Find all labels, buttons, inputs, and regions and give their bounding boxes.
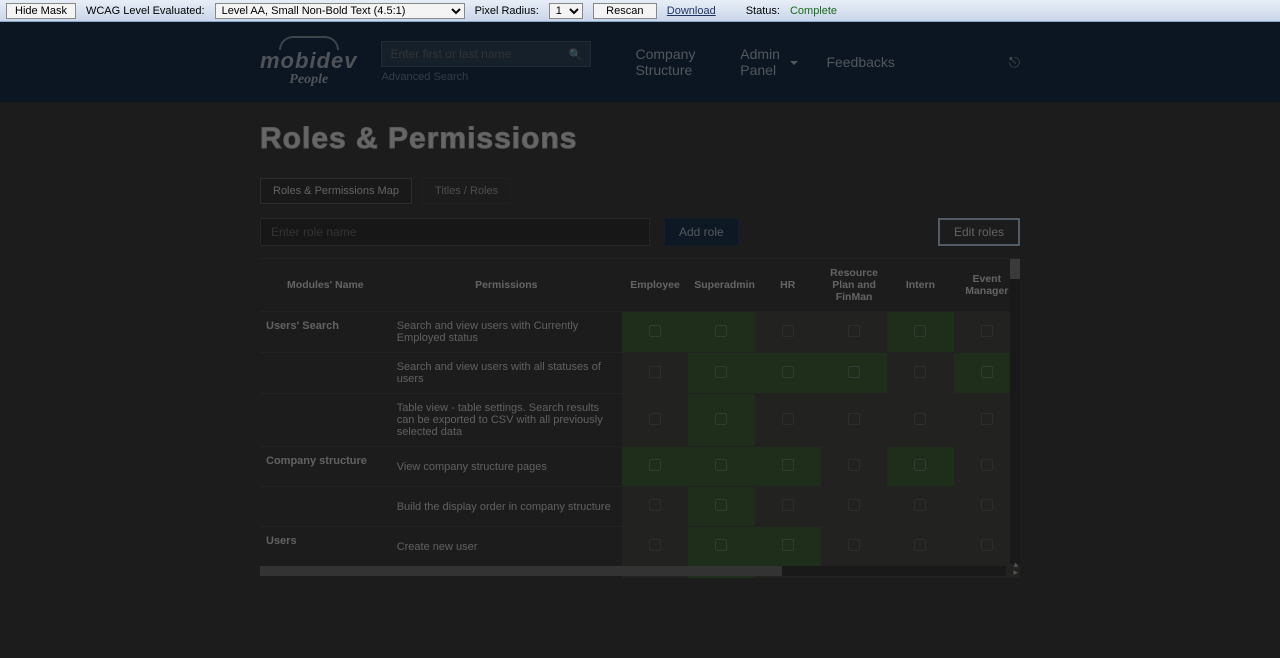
caret-down-icon: [790, 61, 798, 65]
add-role-button[interactable]: Add role: [664, 218, 739, 246]
search-input-wrap[interactable]: [381, 41, 591, 67]
table-row: UsersCreate new user: [260, 527, 1020, 567]
advanced-search-link[interactable]: Advanced Search: [381, 71, 591, 83]
permission-toggle[interactable]: [622, 353, 688, 394]
permission-cell: Search and view users with all statuses …: [391, 353, 622, 394]
permission-toggle[interactable]: [622, 394, 688, 447]
horizontal-scrollbar[interactable]: [260, 566, 1006, 576]
permission-toggle[interactable]: [755, 394, 821, 447]
permission-cell: Search and view users with Currently Emp…: [391, 312, 622, 353]
logo-name: mobidev: [260, 48, 357, 74]
permission-toggle[interactable]: [622, 447, 688, 487]
status-label: Status:: [746, 5, 780, 17]
permission-toggle[interactable]: [887, 394, 953, 447]
table-row: Table view - table settings. Search resu…: [260, 394, 1020, 447]
permission-cell: View company structure pages: [391, 447, 622, 487]
permission-toggle[interactable]: [688, 527, 754, 567]
search-icon[interactable]: [569, 47, 583, 61]
tab-roles-map[interactable]: Roles & Permissions Map: [260, 178, 412, 204]
permission-toggle[interactable]: [688, 447, 754, 487]
nav-admin-panel[interactable]: Admin Panel: [740, 46, 798, 78]
permission-toggle[interactable]: [688, 487, 754, 527]
table-row: Build the display order in company struc…: [260, 487, 1020, 527]
module-cell: Users: [260, 527, 391, 567]
permission-toggle[interactable]: [688, 353, 754, 394]
permissions-table: Modules' Name Permissions Employee Super…: [260, 259, 1020, 578]
logout-icon[interactable]: ⎋: [1009, 54, 1020, 71]
permission-toggle[interactable]: [622, 312, 688, 353]
wcag-level-select[interactable]: Level AA, Small Non-Bold Text (4.5:1): [215, 3, 465, 19]
col-permissions: Permissions: [391, 259, 622, 312]
download-link[interactable]: Download: [667, 5, 716, 17]
col-role-3: Resource Plan and FinMan: [821, 259, 887, 312]
logo-sub: People: [289, 72, 328, 88]
vertical-scrollbar[interactable]: [1010, 259, 1020, 564]
edit-roles-button[interactable]: Edit roles: [938, 218, 1020, 246]
nav-links: Company Structure Admin Panel Feedbacks: [635, 46, 894, 78]
nav-feedbacks[interactable]: Feedbacks: [826, 46, 894, 78]
permission-toggle[interactable]: [755, 353, 821, 394]
permissions-table-wrap: Modules' Name Permissions Employee Super…: [260, 258, 1020, 578]
module-cell: [260, 394, 391, 447]
controls-row: Add role Edit roles: [260, 218, 1020, 246]
permission-toggle[interactable]: [755, 487, 821, 527]
permission-cell: Create new user: [391, 527, 622, 567]
permission-toggle[interactable]: [821, 312, 887, 353]
permission-toggle[interactable]: [688, 312, 754, 353]
col-module: Modules' Name: [260, 259, 391, 312]
wcag-toolbar: Hide Mask WCAG Level Evaluated: Level AA…: [0, 0, 1280, 22]
permission-toggle[interactable]: [755, 312, 821, 353]
search-input[interactable]: [390, 47, 560, 61]
permission-toggle[interactable]: [821, 487, 887, 527]
nav-company-structure[interactable]: Company Structure: [635, 46, 712, 78]
module-cell: Company structure: [260, 447, 391, 487]
tab-titles-roles[interactable]: Titles / Roles: [422, 178, 511, 204]
status-value: Complete: [790, 5, 837, 17]
logo: mobidev People: [260, 36, 357, 88]
pixel-radius-select[interactable]: 1: [549, 3, 583, 19]
wcag-level-label: WCAG Level Evaluated:: [86, 5, 205, 17]
scroll-corner-icon: ▴▸: [1013, 560, 1018, 576]
hide-mask-button[interactable]: Hide Mask: [6, 3, 76, 19]
role-name-input[interactable]: [260, 218, 650, 246]
permission-toggle[interactable]: [821, 447, 887, 487]
permission-toggle[interactable]: [821, 394, 887, 447]
permission-toggle[interactable]: [755, 447, 821, 487]
permission-toggle[interactable]: [887, 312, 953, 353]
permission-toggle[interactable]: [622, 527, 688, 567]
permission-toggle[interactable]: [688, 394, 754, 447]
table-row: Company structureView company structure …: [260, 447, 1020, 487]
permission-toggle[interactable]: [821, 527, 887, 567]
app-header: mobidev People Advanced Search Company S…: [0, 22, 1280, 102]
table-row: Search and view users with all statuses …: [260, 353, 1020, 394]
permission-toggle[interactable]: [755, 527, 821, 567]
content-area: Roles & Permissions Roles & Permissions …: [0, 102, 1280, 578]
col-role-4: Intern: [887, 259, 953, 312]
permission-toggle[interactable]: [622, 487, 688, 527]
permission-toggle[interactable]: [887, 447, 953, 487]
rescan-button[interactable]: Rescan: [593, 3, 657, 19]
permission-toggle[interactable]: [887, 527, 953, 567]
module-cell: [260, 487, 391, 527]
tabs: Roles & Permissions Map Titles / Roles: [260, 178, 1020, 204]
permission-toggle[interactable]: [887, 353, 953, 394]
col-role-1: Superadmin: [688, 259, 754, 312]
page-title: Roles & Permissions: [260, 122, 1020, 156]
permission-toggle[interactable]: [887, 487, 953, 527]
table-row: Users' SearchSearch and view users with …: [260, 312, 1020, 353]
permission-cell: Table view - table settings. Search resu…: [391, 394, 622, 447]
pixel-radius-label: Pixel Radius:: [475, 5, 539, 17]
permission-toggle[interactable]: [821, 353, 887, 394]
module-cell: [260, 353, 391, 394]
col-role-0: Employee: [622, 259, 688, 312]
module-cell: Users' Search: [260, 312, 391, 353]
permission-cell: Build the display order in company struc…: [391, 487, 622, 527]
col-role-2: HR: [755, 259, 821, 312]
